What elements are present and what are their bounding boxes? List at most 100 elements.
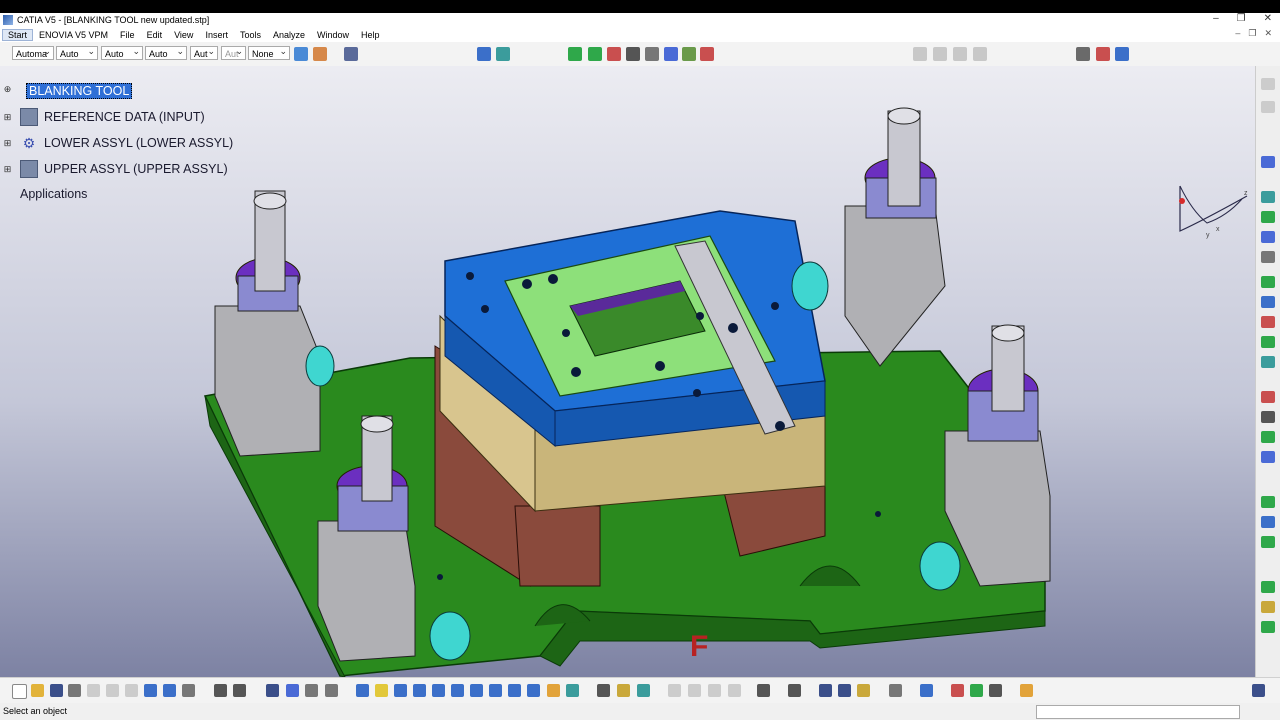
insert-component-icon[interactable] — [1096, 47, 1110, 61]
tool-icon[interactable] — [889, 684, 902, 697]
disabled-tool-icon[interactable] — [668, 684, 681, 697]
expand-icon[interactable]: ⊞ — [3, 139, 12, 148]
fit-all-icon[interactable] — [375, 684, 388, 697]
offset-constraint-icon[interactable] — [682, 47, 696, 61]
menu-tools[interactable]: Tools — [234, 30, 267, 40]
catalog-icon[interactable] — [266, 684, 279, 697]
copy-icon[interactable] — [106, 684, 119, 697]
assembly-tool-icon[interactable] — [1261, 391, 1275, 403]
graphic-properties-icon[interactable] — [313, 47, 327, 61]
camera-icon[interactable] — [757, 684, 770, 697]
tool-icon[interactable] — [819, 684, 832, 697]
explode-icon[interactable] — [607, 47, 621, 61]
render-style-combo[interactable]: Aut — [221, 44, 246, 60]
manipulation-icon[interactable] — [568, 47, 582, 61]
swap-space-icon[interactable] — [566, 684, 579, 697]
disabled-tool-icon[interactable] — [933, 47, 947, 61]
contact-constraint-icon[interactable] — [664, 47, 678, 61]
save-icon[interactable] — [50, 684, 63, 697]
search-icon[interactable] — [233, 684, 246, 697]
zoom-out-icon[interactable] — [451, 684, 464, 697]
rotate-icon[interactable] — [413, 684, 426, 697]
multi-view-icon[interactable] — [489, 684, 502, 697]
formula-icon[interactable] — [214, 684, 227, 697]
assembly-tool-icon[interactable] — [1261, 276, 1275, 288]
zoom-in-icon[interactable] — [432, 684, 445, 697]
menu-window[interactable]: Window — [311, 30, 355, 40]
redo-icon[interactable] — [163, 684, 176, 697]
move-icon[interactable] — [588, 47, 602, 61]
tool-icon[interactable] — [637, 684, 650, 697]
menu-start[interactable]: Start — [2, 28, 34, 41]
format-painter-icon[interactable] — [294, 47, 308, 61]
assembly-tool-icon[interactable] — [1261, 411, 1275, 423]
linetype-combo[interactable]: Auto — [101, 44, 143, 60]
disabled-tool-icon[interactable] — [973, 47, 987, 61]
disabled-tool-icon[interactable] — [1261, 78, 1275, 90]
hide-show-icon[interactable] — [547, 684, 560, 697]
open-folder-icon[interactable] — [31, 684, 44, 697]
assembly-tool-icon[interactable] — [1261, 581, 1275, 593]
tool-icon[interactable] — [989, 684, 1002, 697]
normal-view-icon[interactable] — [470, 684, 483, 697]
fly-mode-icon[interactable] — [356, 684, 369, 697]
whats-this-icon[interactable] — [182, 684, 195, 697]
paste-icon[interactable] — [125, 684, 138, 697]
tool-icon[interactable] — [305, 684, 318, 697]
tree-root-icon[interactable]: ⊕ — [3, 85, 12, 94]
new-file-icon[interactable] — [12, 684, 27, 699]
tree-item-reference-data[interactable]: REFERENCE DATA (INPUT) — [20, 108, 205, 126]
menu-analyze[interactable]: Analyze — [267, 30, 311, 40]
assembly-tool-icon[interactable] — [1261, 496, 1275, 508]
compass-icon[interactable]: x y z — [1172, 181, 1252, 241]
assembly-tool-icon[interactable] — [1261, 536, 1275, 548]
assembly-tool-icon[interactable] — [1261, 431, 1275, 443]
layer-combo[interactable]: None — [248, 44, 290, 60]
disabled-tool-icon[interactable] — [728, 684, 741, 697]
assembly-tool-icon[interactable] — [1261, 231, 1275, 243]
assembly-tool-icon[interactable] — [1261, 356, 1275, 368]
maximize-button[interactable]: ❐ — [1237, 13, 1246, 24]
coincidence-constraint-icon[interactable] — [645, 47, 659, 61]
stop-manipulate-icon[interactable] — [626, 47, 640, 61]
pan-icon[interactable] — [394, 684, 407, 697]
color-combo[interactable]: Automa — [12, 44, 54, 60]
doc-minimize-button[interactable]: – — [1235, 28, 1240, 39]
shading-icon[interactable] — [527, 684, 540, 697]
transparency-combo[interactable]: Auto — [56, 44, 98, 60]
doc-close-button[interactable]: ✕ — [1264, 28, 1272, 39]
tool-icon[interactable] — [857, 684, 870, 697]
snap-body-icon[interactable] — [496, 47, 510, 61]
command-input[interactable] — [1036, 705, 1240, 719]
assembly-tool-icon[interactable] — [1261, 156, 1275, 168]
grid-icon[interactable] — [1020, 684, 1033, 697]
disabled-tool-icon[interactable] — [688, 684, 701, 697]
tool-icon[interactable] — [838, 684, 851, 697]
product-structure-icon[interactable] — [1076, 47, 1090, 61]
point-symbol-combo[interactable]: Aut — [190, 44, 218, 60]
assembly-tool-icon[interactable] — [1261, 296, 1275, 308]
workbench-icon[interactable] — [344, 47, 358, 61]
tool-icon[interactable] — [325, 684, 338, 697]
disabled-tool-icon[interactable] — [708, 684, 721, 697]
tree-item-lower-assyl[interactable]: ⚙ LOWER ASSYL (LOWER ASSYL) — [20, 134, 233, 152]
menu-view[interactable]: View — [168, 30, 199, 40]
tool-icon[interactable] — [920, 684, 933, 697]
assembly-tool-icon[interactable] — [1261, 621, 1275, 633]
assembly-tool-icon[interactable] — [1261, 601, 1275, 613]
iso-view-icon[interactable] — [508, 684, 521, 697]
menu-insert[interactable]: Insert — [199, 30, 234, 40]
tool-icon[interactable] — [970, 684, 983, 697]
tree-item-applications[interactable]: Applications — [20, 187, 87, 201]
assembly-tool-icon[interactable] — [1261, 336, 1275, 348]
assembly-tool-icon[interactable] — [1261, 251, 1275, 263]
thickness-combo[interactable]: Auto — [145, 44, 187, 60]
expand-icon[interactable]: ⊞ — [3, 165, 12, 174]
close-button[interactable]: ✕ — [1264, 13, 1272, 24]
tool-icon[interactable] — [597, 684, 610, 697]
disabled-tool-icon[interactable] — [953, 47, 967, 61]
snap-point-icon[interactable] — [477, 47, 491, 61]
menu-file[interactable]: File — [114, 30, 141, 40]
menu-help[interactable]: Help — [355, 30, 386, 40]
disabled-tool-icon[interactable] — [1261, 101, 1275, 113]
